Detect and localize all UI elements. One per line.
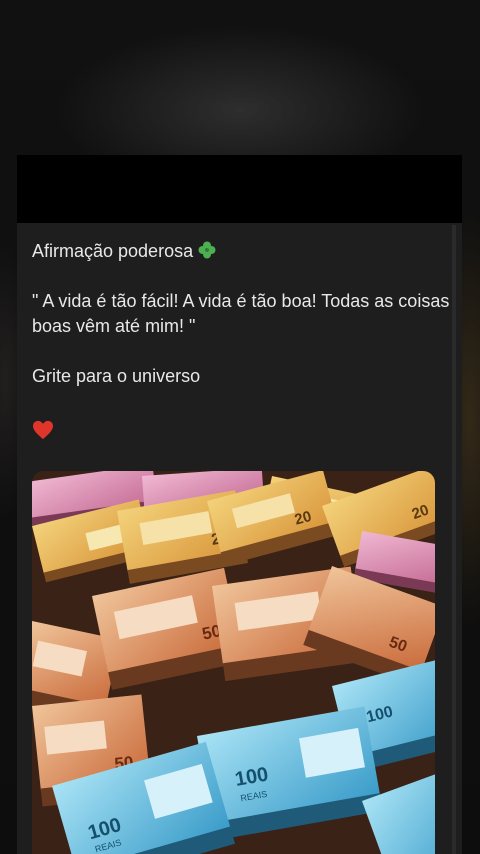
post-image-money-stacks[interactable]: 20 20 20 [32,471,435,854]
post-quote: " A vida é tão fácil! A vida é tão boa! … [32,291,450,336]
post-card: Afirmação poderosa " A vida é tão fácil!… [17,155,462,854]
post-title: Afirmação poderosa [32,241,194,261]
post-title-line: Afirmação poderosa [32,239,452,264]
scrollbar[interactable] [452,225,456,854]
post-body: Afirmação poderosa " A vida é tão fácil!… [32,239,452,447]
clover-icon [198,241,216,259]
heart-icon [33,420,53,440]
post-call-to-action: Grite para o universo [32,366,201,386]
post-header-bar [17,155,462,223]
